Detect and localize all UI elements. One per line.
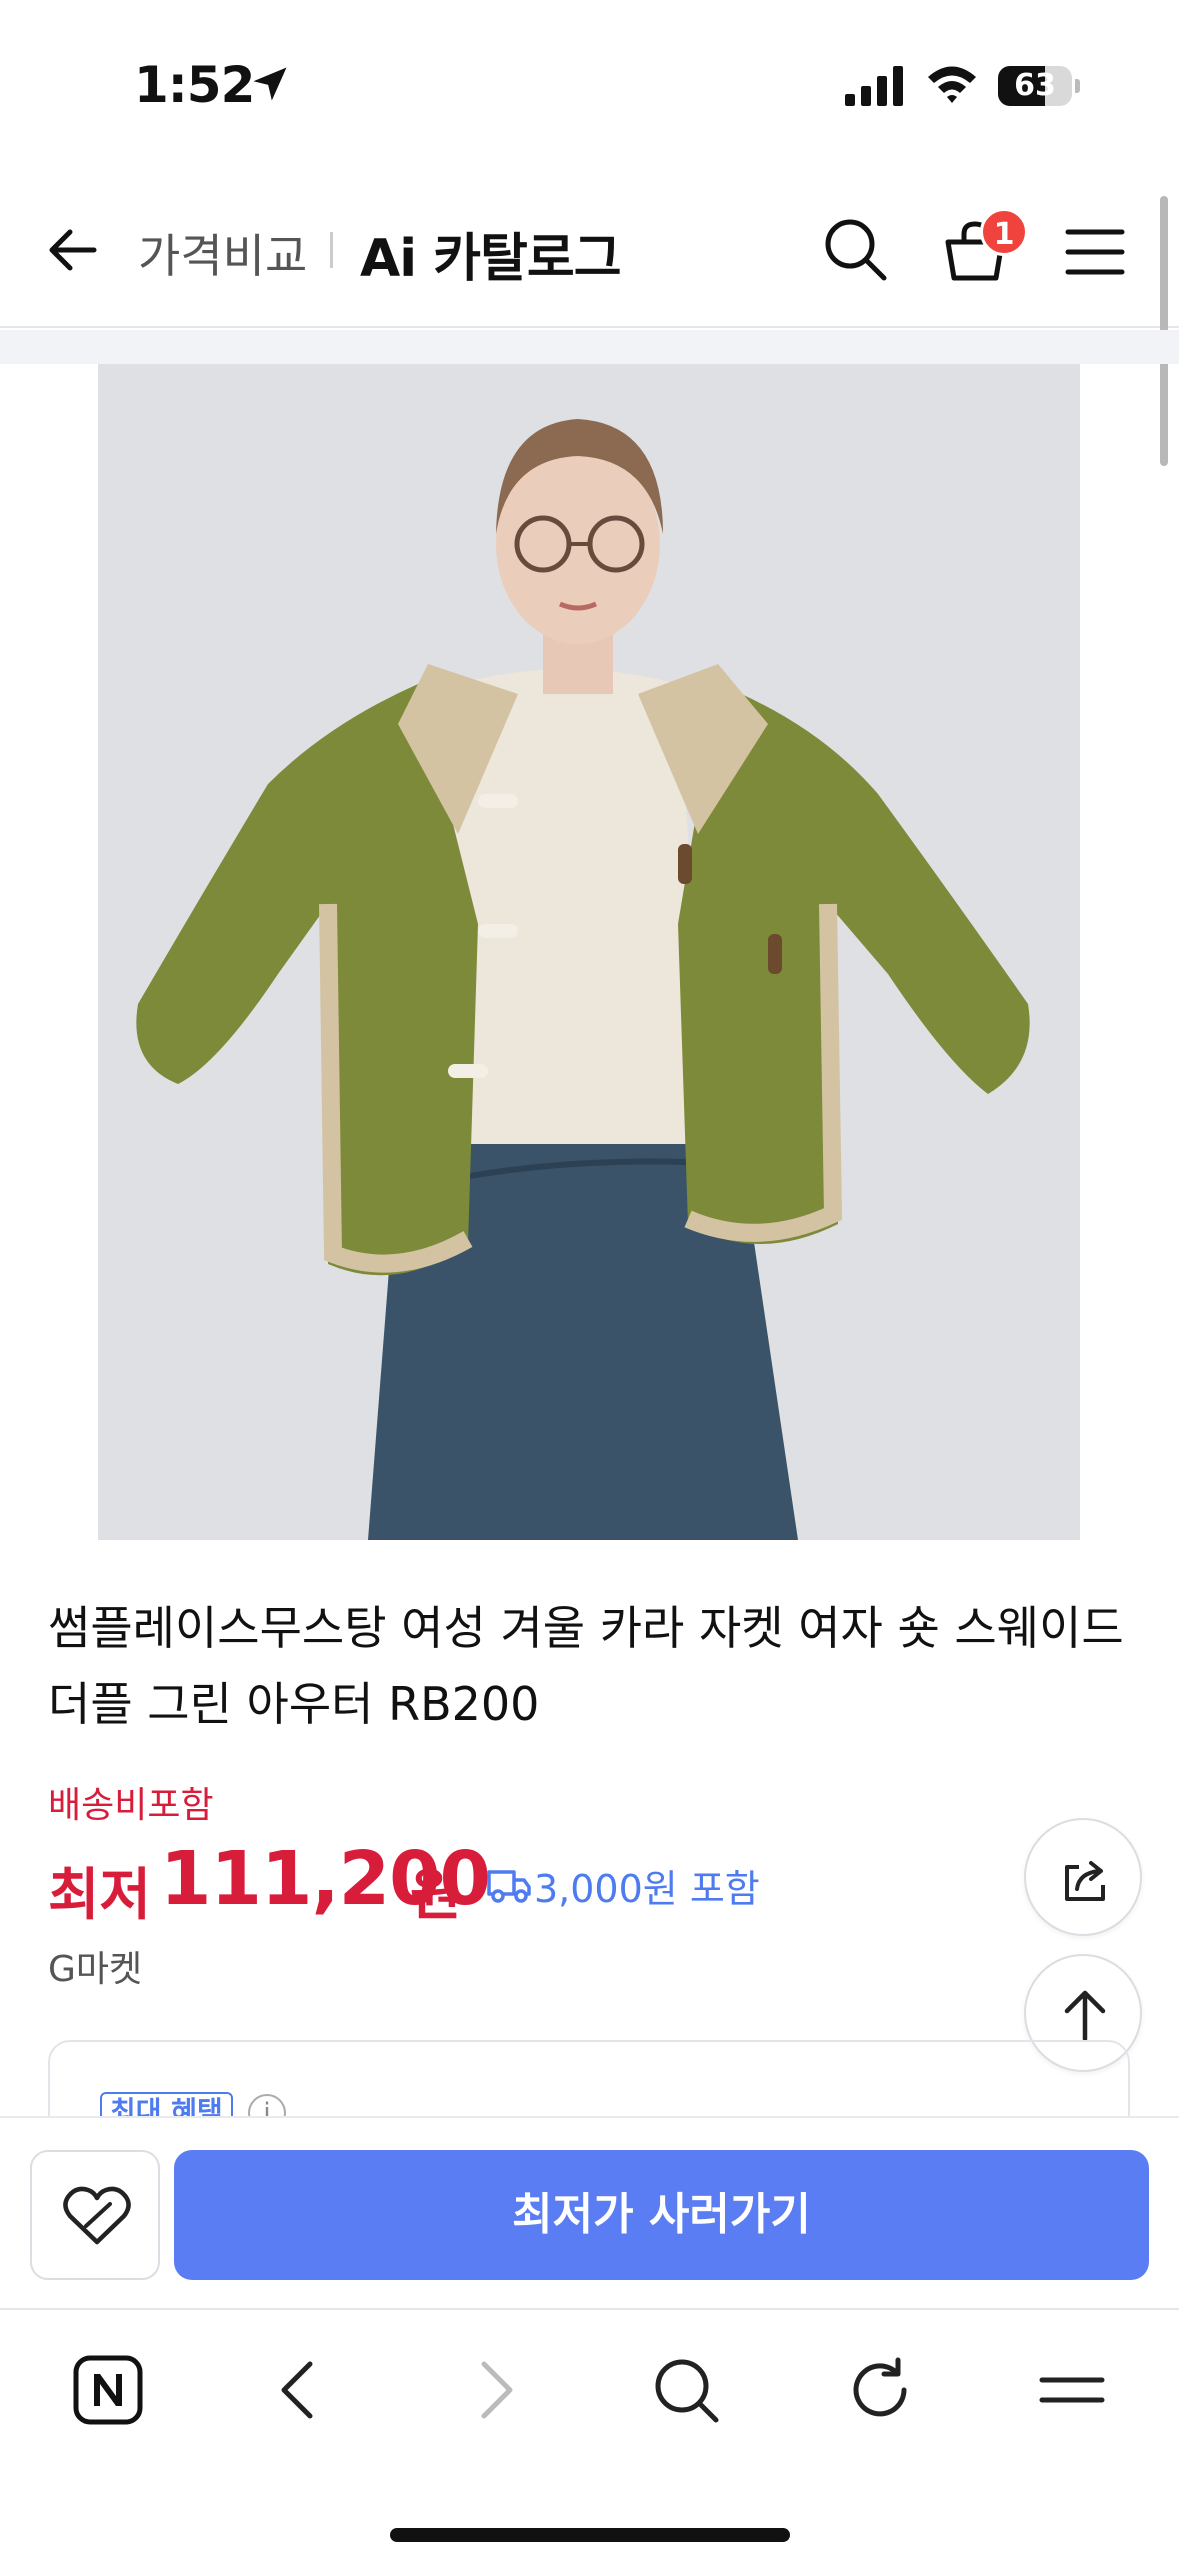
search-icon[interactable]: [820, 214, 890, 284]
buy-lowest-price-button[interactable]: 최저가 사러가기: [174, 2150, 1149, 2280]
breadcrumb-price-compare[interactable]: 가격비교: [138, 220, 307, 286]
share-button[interactable]: [1024, 1818, 1142, 1936]
wifi-icon: [928, 66, 976, 103]
breadcrumb-ai-catalog[interactable]: Ai 카탈로그: [360, 216, 622, 291]
product-photo-illustration: [98, 364, 1080, 1540]
refresh-icon[interactable]: [842, 2352, 918, 2428]
product-title: 썸플레이스무스탕 여성 겨울 카라 자켓 여자 숏 스웨이드 더플 그린 아우터…: [48, 1601, 1124, 1731]
cart-count-badge: 1: [980, 208, 1028, 256]
section-divider: [0, 330, 1179, 364]
share-icon: [1065, 1861, 1105, 1901]
price-prefix: 최저: [48, 1863, 152, 1928]
truck-icon: [487, 1870, 531, 1903]
product-image[interactable]: [98, 364, 1080, 1540]
browser-search-icon[interactable]: [648, 2352, 724, 2428]
breadcrumb-divider: [330, 232, 333, 268]
shipping-fee: 3,000원 포함: [534, 1867, 760, 1911]
purchase-action-bar: 최저가 사러가기: [0, 2116, 1179, 2308]
browser-menu-icon[interactable]: [1034, 2352, 1110, 2428]
seller-name[interactable]: G마켓: [48, 1940, 142, 1992]
chevron-right-icon[interactable]: [456, 2352, 532, 2428]
heart-icon: [63, 2186, 131, 2245]
signal-icon: [845, 66, 903, 106]
chevron-left-icon[interactable]: [262, 2352, 338, 2428]
location-arrow-icon: [253, 67, 287, 101]
battery-indicator: 63: [998, 66, 1080, 106]
status-time: 1:52: [134, 56, 255, 114]
menu-icon[interactable]: [1064, 224, 1126, 280]
browser-toolbar: [0, 2308, 1179, 2556]
battery-percent: 63: [1014, 68, 1056, 103]
shipping-included-label: 배송비포함: [48, 1785, 214, 1826]
app-header: 가격비교 Ai 카탈로그 1: [0, 170, 1179, 328]
back-arrow-icon[interactable]: [42, 220, 102, 280]
price-unit: 원: [410, 1863, 462, 1928]
wishlist-button[interactable]: [30, 2150, 160, 2280]
status-bar: 1:52 63: [0, 0, 1179, 170]
arrow-up-icon: [1064, 1990, 1106, 2042]
naver-icon[interactable]: [70, 2352, 146, 2428]
home-indicator[interactable]: [390, 2528, 790, 2542]
